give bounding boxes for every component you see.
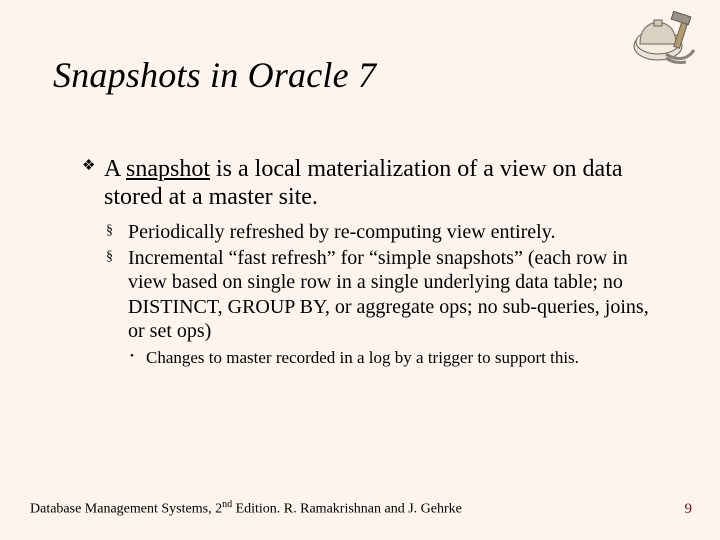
square-bullet-icon: §	[106, 248, 113, 265]
b2b-text: Incremental “fast refresh” for “simple s…	[128, 247, 649, 342]
sub-bullets: § Periodically refreshed by re-computing…	[106, 220, 662, 368]
b1-text-pre: A	[104, 156, 126, 182]
bullet-level-1: ❖ A snapshot is a local materialization …	[82, 155, 662, 212]
footer-sup: nd	[222, 499, 232, 510]
footer-pre: Database Management Systems, 2	[30, 502, 222, 517]
bullet-level-2: § Periodically refreshed by re-computing…	[106, 220, 662, 244]
diamond-bullet-icon: ❖	[82, 158, 95, 176]
bullet-level-3: • Changes to master recorded in a log by…	[130, 348, 662, 368]
footer-post: Edition. R. Ramakrishnan and J. Gehrke	[232, 502, 462, 517]
slide: Snapshots in Oracle 7 ❖ A snapshot is a …	[0, 0, 720, 540]
b3-text: Changes to master recorded in a log by a…	[146, 348, 579, 367]
hardhat-hammer-icon	[620, 10, 700, 70]
page-number: 9	[685, 501, 693, 518]
b1-snapshot-word: snapshot	[126, 156, 210, 182]
square-bullet-icon: §	[106, 222, 113, 239]
slide-title: Snapshots in Oracle 7	[53, 54, 376, 96]
footer-citation: Database Management Systems, 2nd Edition…	[30, 499, 462, 518]
dot-bullet-icon: •	[130, 350, 134, 363]
sub-sub-bullets: • Changes to master recorded in a log by…	[130, 348, 662, 368]
b2a-text: Periodically refreshed by re-computing v…	[128, 221, 555, 243]
bullet-level-2: § Incremental “fast refresh” for “simple…	[106, 246, 662, 344]
slide-body: ❖ A snapshot is a local materialization …	[82, 155, 662, 368]
